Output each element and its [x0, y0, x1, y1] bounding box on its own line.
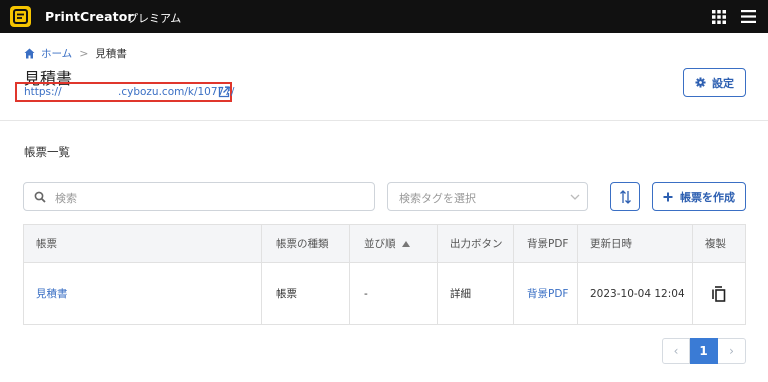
- form-name-link[interactable]: 見積書: [36, 286, 68, 301]
- cell-updated: 2023-10-04 12:04: [578, 263, 693, 324]
- column-header-updated: 更新日時: [578, 225, 693, 262]
- pagination-next-button[interactable]: ›: [718, 338, 746, 364]
- cell-form-name: 見積書: [24, 263, 262, 324]
- column-header-label: 出力ボタン: [450, 238, 503, 250]
- apps-grid-icon[interactable]: [712, 10, 726, 24]
- breadcrumb: ホーム > 見積書: [24, 46, 127, 60]
- column-header-type: 帳票の種類: [262, 225, 350, 262]
- hamburger-menu-icon[interactable]: [741, 10, 756, 23]
- bg-pdf-link[interactable]: 背景PDF: [527, 286, 568, 301]
- app-url-link[interactable]: https:// .cybozu.com/k/10777/: [15, 82, 235, 102]
- sort-arrows-icon: [620, 190, 631, 204]
- brand-name: PrintCreator: [45, 9, 134, 24]
- app-url-suffix: .cybozu.com/k/10777/: [118, 86, 235, 98]
- breadcrumb-current: 見積書: [95, 47, 127, 60]
- app-url-prefix: https://: [24, 86, 62, 98]
- forms-table: 帳票 帳票の種類 並び順 出力ボタン 背景PDF 更新日時 複製 見積書 帳票 …: [23, 224, 746, 325]
- cell-form-type: 帳票: [262, 263, 350, 324]
- create-form-button[interactable]: 帳票を作成: [652, 182, 746, 211]
- home-icon[interactable]: [24, 48, 35, 59]
- breadcrumb-home-link[interactable]: ホーム: [41, 46, 72, 61]
- pagination-page-1[interactable]: 1: [690, 338, 718, 364]
- chevron-down-icon: [570, 194, 580, 200]
- column-header-label: 複製: [705, 238, 726, 250]
- search-input[interactable]: 検索: [23, 182, 375, 211]
- section-title: 帳票一覧: [24, 145, 70, 159]
- plan-label: プレミアム: [127, 12, 182, 25]
- create-form-label: 帳票を作成: [680, 190, 735, 204]
- column-header-bg-pdf: 背景PDF: [514, 225, 578, 262]
- output-value: 詳細: [450, 288, 471, 300]
- cell-order: -: [350, 263, 438, 324]
- external-link-icon: [218, 86, 230, 98]
- column-header-order[interactable]: 並び順: [350, 225, 438, 262]
- column-header-output: 出力ボタン: [438, 225, 514, 262]
- column-header-label: 背景PDF: [527, 238, 569, 250]
- cell-duplicate: [693, 263, 745, 324]
- section-divider: [0, 120, 768, 121]
- column-header-form: 帳票: [24, 225, 262, 262]
- column-header-duplicate: 複製: [693, 225, 745, 262]
- sort-ascending-icon: [401, 240, 410, 247]
- sort-button[interactable]: [610, 182, 640, 211]
- updated-value: 2023-10-04 12:04: [590, 287, 685, 300]
- cell-output: 詳細: [438, 263, 514, 324]
- settings-label: 設定: [712, 76, 734, 90]
- copy-icon[interactable]: [712, 285, 726, 302]
- settings-button[interactable]: 設定: [683, 68, 746, 97]
- search-icon: [34, 191, 46, 203]
- plus-icon: [663, 192, 673, 201]
- column-header-label: 並び順: [364, 238, 396, 250]
- printcreator-logo-icon: [10, 6, 31, 27]
- table-header: 帳票 帳票の種類 並び順 出力ボタン 背景PDF 更新日時 複製: [24, 225, 745, 263]
- gear-icon: [695, 77, 706, 88]
- table-row: 見積書 帳票 - 詳細 背景PDF 2023-10-04 12:04: [24, 263, 745, 324]
- column-header-label: 帳票の種類: [276, 238, 329, 250]
- breadcrumb-separator: >: [79, 46, 89, 60]
- column-header-label: 帳票: [36, 238, 57, 250]
- tag-select-dropdown[interactable]: 検索タグを選択: [387, 182, 588, 211]
- tag-select-placeholder: 検索タグを選択: [399, 192, 476, 205]
- search-placeholder: 検索: [55, 192, 77, 205]
- column-header-label: 更新日時: [590, 238, 632, 250]
- order-value: -: [364, 287, 368, 300]
- pagination: ‹ 1 ›: [662, 338, 746, 364]
- top-bar: PrintCreator プレミアム: [0, 0, 768, 33]
- pagination-prev-button[interactable]: ‹: [662, 338, 690, 364]
- cell-bg-pdf: 背景PDF: [514, 263, 578, 324]
- form-type-value: 帳票: [276, 288, 297, 300]
